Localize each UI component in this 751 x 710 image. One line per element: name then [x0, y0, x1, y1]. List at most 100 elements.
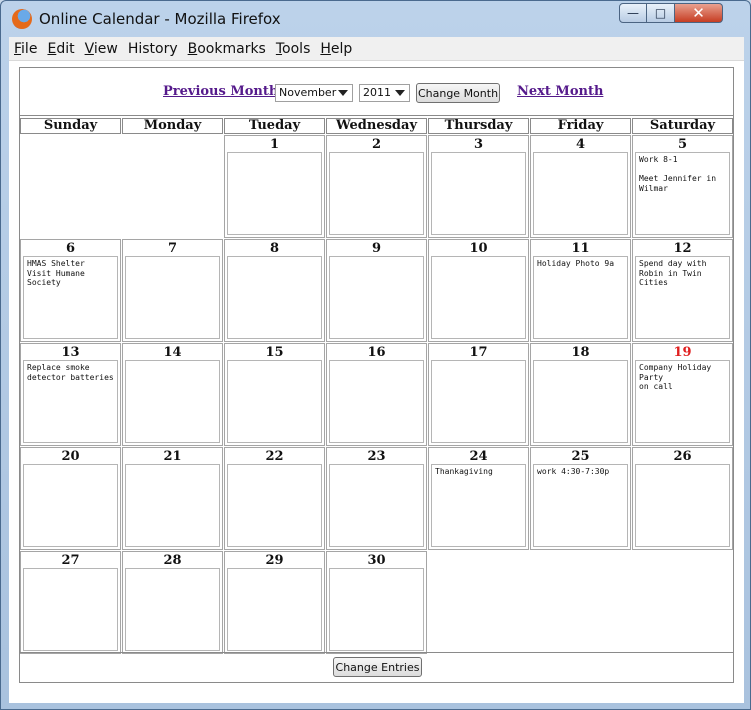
browser-window: Online Calendar - Mozilla Firefox — □ ✕ …	[0, 0, 751, 710]
maximize-button[interactable]: □	[647, 3, 675, 23]
menu-tools[interactable]: Tools	[275, 41, 312, 57]
day-entry-area[interactable]	[329, 568, 424, 651]
menu-file[interactable]: File	[13, 41, 38, 57]
day-entry-area[interactable]	[431, 360, 526, 443]
minimize-icon: —	[627, 6, 639, 20]
window-controls: — □ ✕	[619, 3, 723, 25]
day-cell-25: 25 work 4:30-7:30p	[530, 447, 631, 550]
day-number: 28	[163, 553, 182, 568]
previous-month-link[interactable]: Previous Month	[163, 84, 278, 99]
day-entry-area[interactable]	[533, 360, 628, 443]
day-cell-24: 24 Thankagiving	[428, 447, 529, 550]
menu-view[interactable]: View	[84, 41, 119, 57]
change-entries-button[interactable]: Change Entries	[333, 657, 422, 677]
day-entry-area[interactable]	[329, 360, 424, 443]
page-content: Previous Month November 2011 Change Mont…	[9, 61, 744, 703]
day-entry-area[interactable]	[125, 568, 220, 651]
day-entry-area[interactable]	[329, 464, 424, 547]
day-number: 22	[265, 449, 284, 464]
day-entry-area[interactable]	[431, 256, 526, 339]
day-entry-area[interactable]	[635, 464, 730, 547]
day-cell-14: 14	[122, 343, 223, 446]
chevron-down-icon	[395, 90, 405, 96]
chevron-down-icon	[338, 90, 348, 96]
day-entry-area[interactable]	[227, 464, 322, 547]
day-entry-area[interactable]	[125, 464, 220, 547]
day-cell-11: 11 Holiday Photo 9a	[530, 239, 631, 342]
day-header-saturday: Saturday	[632, 118, 733, 134]
day-entry-area[interactable]	[125, 256, 220, 339]
menu-history[interactable]: History	[127, 41, 179, 57]
day-entry-area[interactable]: Replace smoke detector batteries	[23, 360, 118, 443]
day-cell-22: 22	[224, 447, 325, 550]
day-entry-area[interactable]	[227, 152, 322, 235]
entry-line: Company Holiday	[639, 363, 712, 372]
day-number: 30	[367, 553, 386, 568]
day-entry-area[interactable]	[329, 152, 424, 235]
year-select[interactable]: 2011	[359, 84, 410, 102]
day-cell-21: 21	[122, 447, 223, 550]
entry-line: Wilmar	[639, 183, 668, 193]
day-number: 5	[677, 137, 688, 152]
entry-line: Thankagiving	[435, 467, 493, 476]
day-entry-area[interactable]: Holiday Photo 9a	[533, 256, 628, 339]
day-cell-18: 18	[530, 343, 631, 446]
day-header-monday: Monday	[122, 118, 223, 134]
entry-line: Replace smoke	[27, 363, 90, 372]
change-month-button[interactable]: Change Month	[416, 83, 500, 103]
day-cell-20: 20	[20, 447, 121, 550]
day-number: 26	[673, 449, 692, 464]
firefox-icon	[12, 9, 32, 29]
day-entry-area[interactable]	[533, 152, 628, 235]
day-entry-area[interactable]: HMAS Shelter Visit Humane Society	[23, 256, 118, 339]
day-cell-27: 27	[20, 551, 121, 654]
entry-line: Robin in Twin	[639, 268, 702, 278]
footer-row: Change Entries	[20, 652, 733, 682]
entry-line: on call	[639, 382, 673, 391]
day-entry-area[interactable]: work 4:30-7:30p	[533, 464, 628, 547]
day-entry-area[interactable]	[329, 256, 424, 339]
menu-bookmarks[interactable]: Bookmarks	[187, 41, 267, 57]
day-number: 13	[61, 345, 80, 360]
day-entry-area[interactable]	[227, 256, 322, 339]
day-number: 17	[469, 345, 488, 360]
day-entry-area[interactable]	[431, 152, 526, 235]
day-cell-16: 16	[326, 343, 427, 446]
maximize-icon: □	[654, 6, 667, 20]
day-cell-12: 12 Spend day with Robin in Twin Cities	[632, 239, 733, 342]
day-number: 23	[367, 449, 386, 464]
day-header-wednesday: Wednesday	[326, 118, 427, 134]
day-entry-area[interactable]: Work 8-1 Meet Jennifer in Wilmar	[635, 152, 730, 235]
day-cell-19: 19 Company Holiday Party on call	[632, 343, 733, 446]
day-cell-6: 6 HMAS Shelter Visit Humane Society	[20, 239, 121, 342]
day-cell-5: 5 Work 8-1 Meet Jennifer in Wilmar	[632, 135, 733, 238]
menu-edit[interactable]: Edit	[46, 41, 75, 57]
day-number: 14	[163, 345, 182, 360]
close-button[interactable]: ✕	[675, 3, 723, 23]
day-number: 9	[371, 241, 382, 256]
close-icon: ✕	[692, 4, 705, 22]
day-number: 16	[367, 345, 386, 360]
entry-line: Society	[27, 278, 61, 287]
next-month-link[interactable]: Next Month	[517, 84, 603, 99]
day-entry-area[interactable]: Thankagiving	[431, 464, 526, 547]
menu-help[interactable]: Help	[319, 41, 353, 57]
day-entry-area[interactable]	[23, 464, 118, 547]
day-cell-1: 1	[224, 135, 325, 238]
entry-line: HMAS Shelter	[27, 259, 85, 268]
day-header-friday: Friday	[530, 118, 631, 134]
day-cell-8: 8	[224, 239, 325, 342]
entry-line: Holiday Photo 9a	[537, 259, 615, 268]
day-number: 1	[269, 137, 280, 152]
day-entry-area[interactable]	[23, 568, 118, 651]
day-number: 12	[673, 241, 692, 256]
day-cell-4: 4	[530, 135, 631, 238]
day-number: 25	[571, 449, 590, 464]
day-entry-area[interactable]	[227, 360, 322, 443]
day-entry-area[interactable]	[125, 360, 220, 443]
day-entry-area[interactable]	[227, 568, 322, 651]
day-entry-area[interactable]: Spend day with Robin in Twin Cities	[635, 256, 730, 339]
month-select[interactable]: November	[275, 84, 353, 102]
minimize-button[interactable]: —	[619, 3, 647, 23]
day-entry-area[interactable]: Company Holiday Party on call	[635, 360, 730, 443]
